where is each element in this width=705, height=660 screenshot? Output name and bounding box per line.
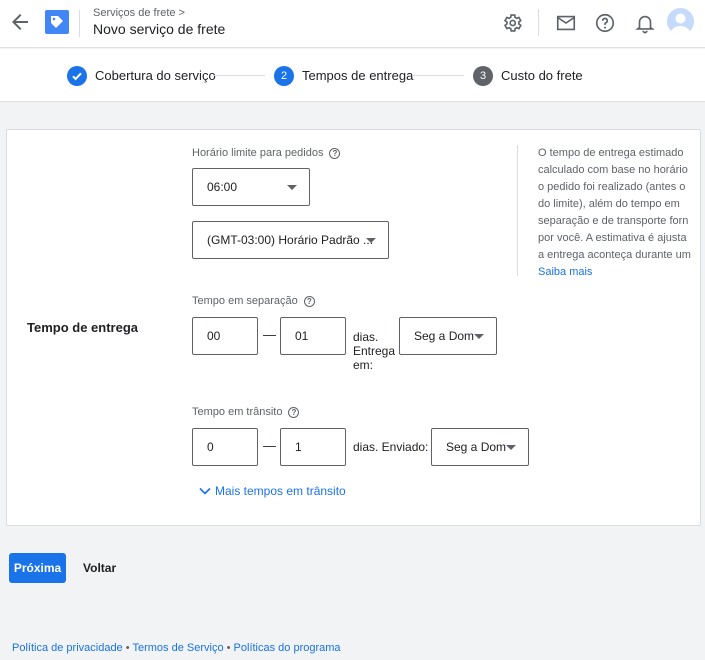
chevron-right-icon: > (178, 7, 185, 19)
handling-days-select[interactable]: Seg a Dom (399, 317, 497, 355)
handling-max-input[interactable]: 01 (280, 317, 346, 355)
header-separator (538, 9, 539, 36)
help-line: O tempo de entrega estimado (538, 147, 684, 159)
dropdown-arrow-icon (474, 334, 484, 339)
more-transit-times-link[interactable]: Mais tempos em trânsito (199, 484, 346, 498)
learn-more-link[interactable]: Saiba mais (538, 266, 592, 276)
dropdown-arrow-icon (506, 445, 516, 450)
footer-separator: • (125, 642, 130, 654)
handling-days-value: Seg a Dom (414, 329, 475, 343)
timezone-select[interactable]: (GMT-03:00) Horário Padrão ... (192, 221, 389, 259)
transit-days-value: Seg a Dom (446, 440, 507, 454)
cutoff-label: Horário limite para pedidos ? (192, 147, 341, 159)
help-line: a entrega aconteça durante um (538, 249, 691, 261)
range-dash: — (263, 438, 276, 453)
bell-icon[interactable] (634, 12, 656, 34)
top-bar: Serviços de frete > Novo serviço de frete (0, 0, 705, 48)
help-circle-icon[interactable]: ? (288, 406, 300, 418)
dropdown-arrow-icon (366, 238, 376, 243)
help-line: separação e de transporte forn (538, 215, 689, 227)
handling-suffix-line: Entrega (353, 344, 396, 358)
page-title: Novo serviço de frete (93, 21, 226, 37)
cutoff-label-text: Horário limite para pedidos (192, 147, 324, 159)
timezone-value: (GMT-03:00) Horário Padrão ... (207, 233, 374, 247)
handling-label: Tempo em separação ? (192, 295, 315, 307)
transit-label: Tempo em trânsito ? (192, 406, 300, 418)
step-number: 3 (473, 65, 493, 86)
section-label: Tempo de entrega (27, 320, 139, 335)
step-label: Custo do frete (501, 68, 583, 83)
more-transit-times-label: Mais tempos em trânsito (215, 484, 346, 498)
header-divider (79, 10, 80, 37)
back-button[interactable]: Voltar (83, 561, 116, 575)
breadcrumb[interactable]: Serviços de frete > (93, 7, 185, 19)
transit-max-value: 1 (295, 440, 302, 454)
transit-min-input[interactable]: 0 (192, 428, 258, 466)
chevron-down-icon (199, 484, 211, 498)
help-line: do limite), além do tempo em (538, 198, 680, 210)
program-policies-link[interactable]: Políticas do programa (234, 642, 341, 654)
step-connector (412, 75, 464, 76)
transit-max-input[interactable]: 1 (280, 428, 346, 466)
avatar[interactable] (667, 8, 694, 35)
cutoff-time-select[interactable]: 06:00 (192, 168, 310, 206)
stepper: Cobertura do serviço 2 Tempos de entrega… (0, 49, 705, 102)
range-dash: — (263, 327, 276, 342)
footer-separator: • (226, 642, 231, 654)
help-line: calculado com base no horário (538, 164, 688, 176)
breadcrumb-label[interactable]: Serviços de frete (93, 7, 176, 19)
help-circle-icon[interactable]: ? (329, 147, 341, 159)
handling-min-value: 00 (207, 329, 221, 343)
help-line: o pedido foi realizado (antes o (538, 181, 686, 193)
step-connector (213, 75, 265, 76)
handling-min-input[interactable]: 00 (192, 317, 258, 355)
footer-links: Política de privacidade • Termos de Serv… (12, 642, 341, 654)
handling-suffix: dias. Entrega em: (353, 330, 395, 372)
help-circle-icon[interactable]: ? (303, 295, 315, 307)
transit-suffix: dias. Enviado: (353, 440, 429, 454)
transit-min-value: 0 (207, 440, 214, 454)
mail-icon[interactable] (555, 12, 577, 34)
help-icon[interactable] (594, 12, 616, 34)
help-panel: O tempo de entrega estimado calculado co… (517, 145, 700, 276)
help-text: O tempo de entrega estimado calculado co… (538, 145, 700, 264)
transit-days-select[interactable]: Seg a Dom (431, 428, 529, 466)
next-button[interactable]: Próxima (9, 553, 66, 583)
handling-max-value: 01 (295, 329, 309, 343)
handling-label-text: Tempo em separação (192, 295, 298, 307)
step-coverage[interactable]: Cobertura do serviço (67, 65, 216, 86)
transit-label-text: Tempo em trânsito (192, 406, 283, 418)
dropdown-arrow-icon (287, 185, 297, 190)
check-icon (67, 65, 87, 86)
step-label: Tempos de entrega (302, 68, 414, 83)
handling-suffix-line: em: (353, 358, 374, 372)
step-shipping-cost[interactable]: 3 Custo do frete (473, 65, 583, 86)
back-arrow-icon[interactable] (8, 10, 32, 34)
delivery-time-card: Tempo de entrega Horário limite para ped… (6, 129, 701, 526)
gear-icon[interactable] (501, 12, 523, 34)
step-delivery-times[interactable]: 2 Tempos de entrega (274, 65, 413, 86)
handling-suffix-line: dias. (353, 330, 379, 344)
privacy-link[interactable]: Política de privacidade (12, 642, 123, 654)
shipping-tag-icon (45, 10, 69, 34)
step-number: 2 (274, 65, 294, 86)
step-label: Cobertura do serviço (95, 68, 216, 83)
help-line: por você. A estimativa é ajusta (538, 232, 687, 244)
terms-link[interactable]: Termos de Serviço (132, 642, 223, 654)
cutoff-time-value: 06:00 (207, 180, 238, 194)
